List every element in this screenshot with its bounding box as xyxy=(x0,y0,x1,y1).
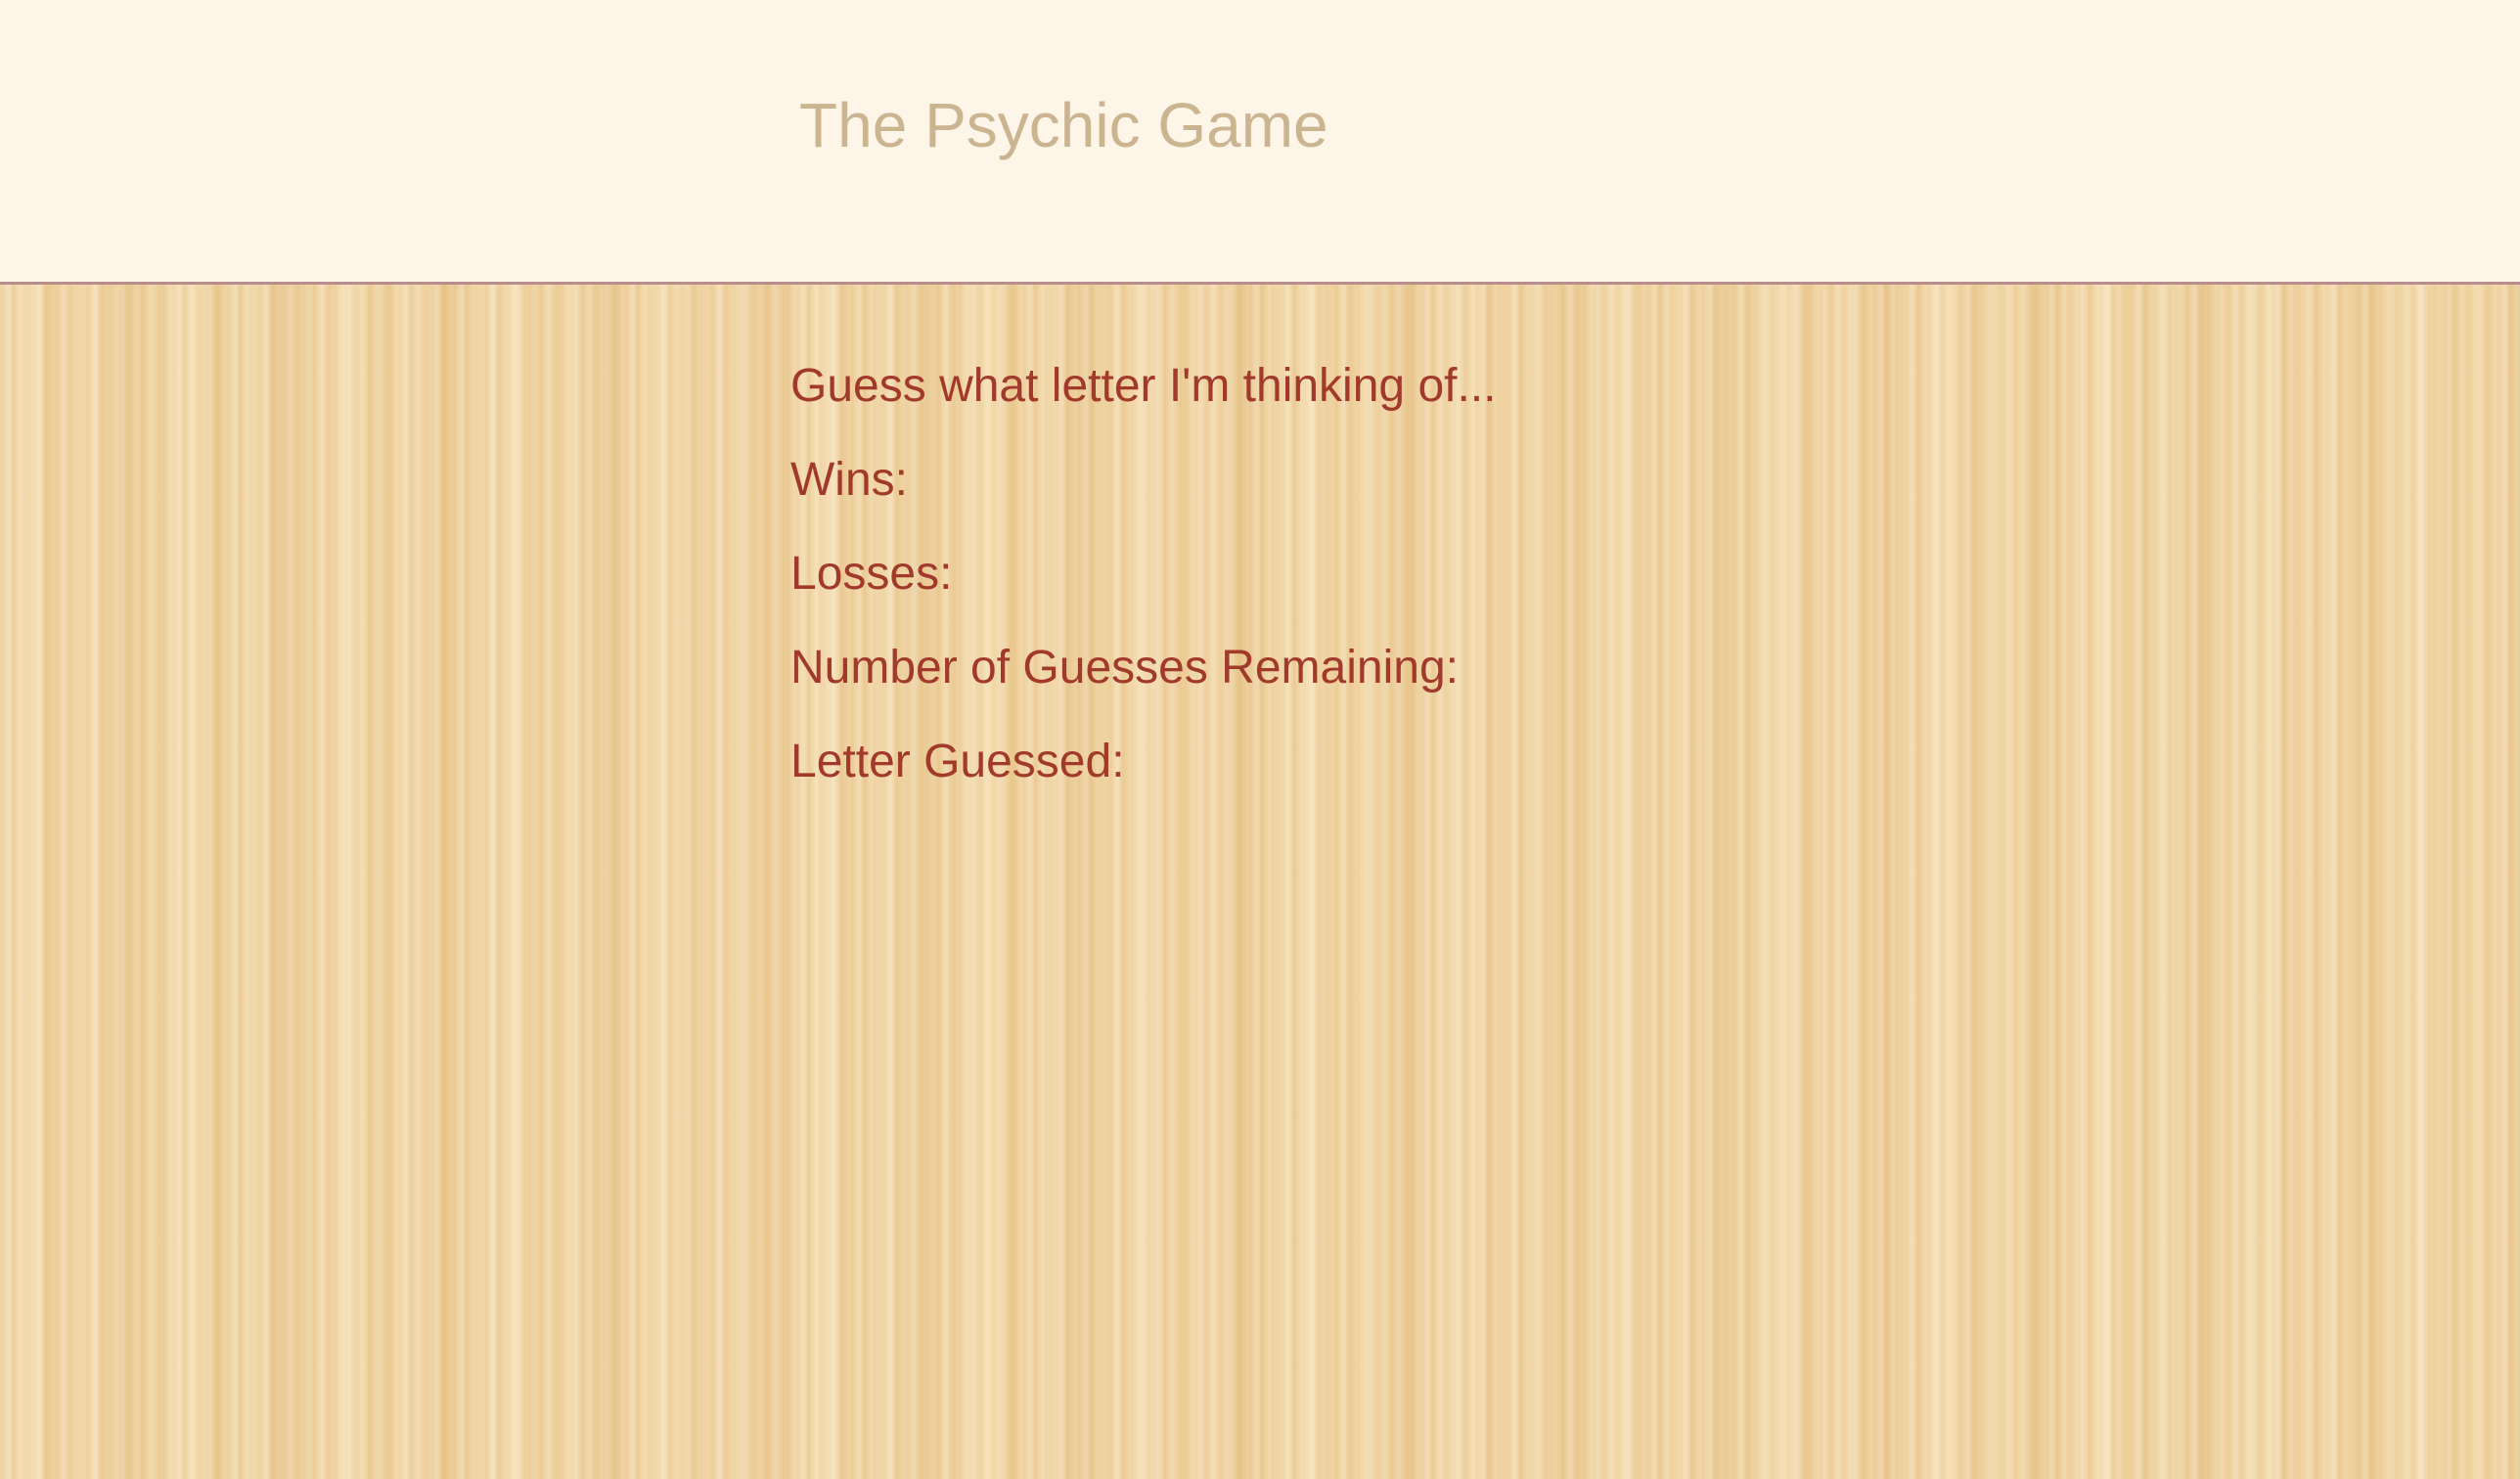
losses-label: Losses: xyxy=(790,548,953,600)
letters-guessed-label: Letter Guessed: xyxy=(790,736,1125,787)
game-panel: Guess what letter I'm thinking of... Win… xyxy=(790,363,1496,832)
page-header: The Psychic Game xyxy=(0,0,2520,285)
losses-row: Losses: xyxy=(790,551,1496,645)
guesses-remaining-row: Number of Guesses Remaining: xyxy=(790,645,1496,739)
page-title: The Psychic Game xyxy=(799,90,1328,160)
game-prompt: Guess what letter I'm thinking of... xyxy=(790,360,1497,412)
guesses-remaining-label: Number of Guesses Remaining: xyxy=(790,642,1459,694)
letters-guessed-row: Letter Guessed: xyxy=(790,739,1496,832)
wins-row: Wins: xyxy=(790,457,1496,551)
wins-label: Wins: xyxy=(790,454,908,506)
